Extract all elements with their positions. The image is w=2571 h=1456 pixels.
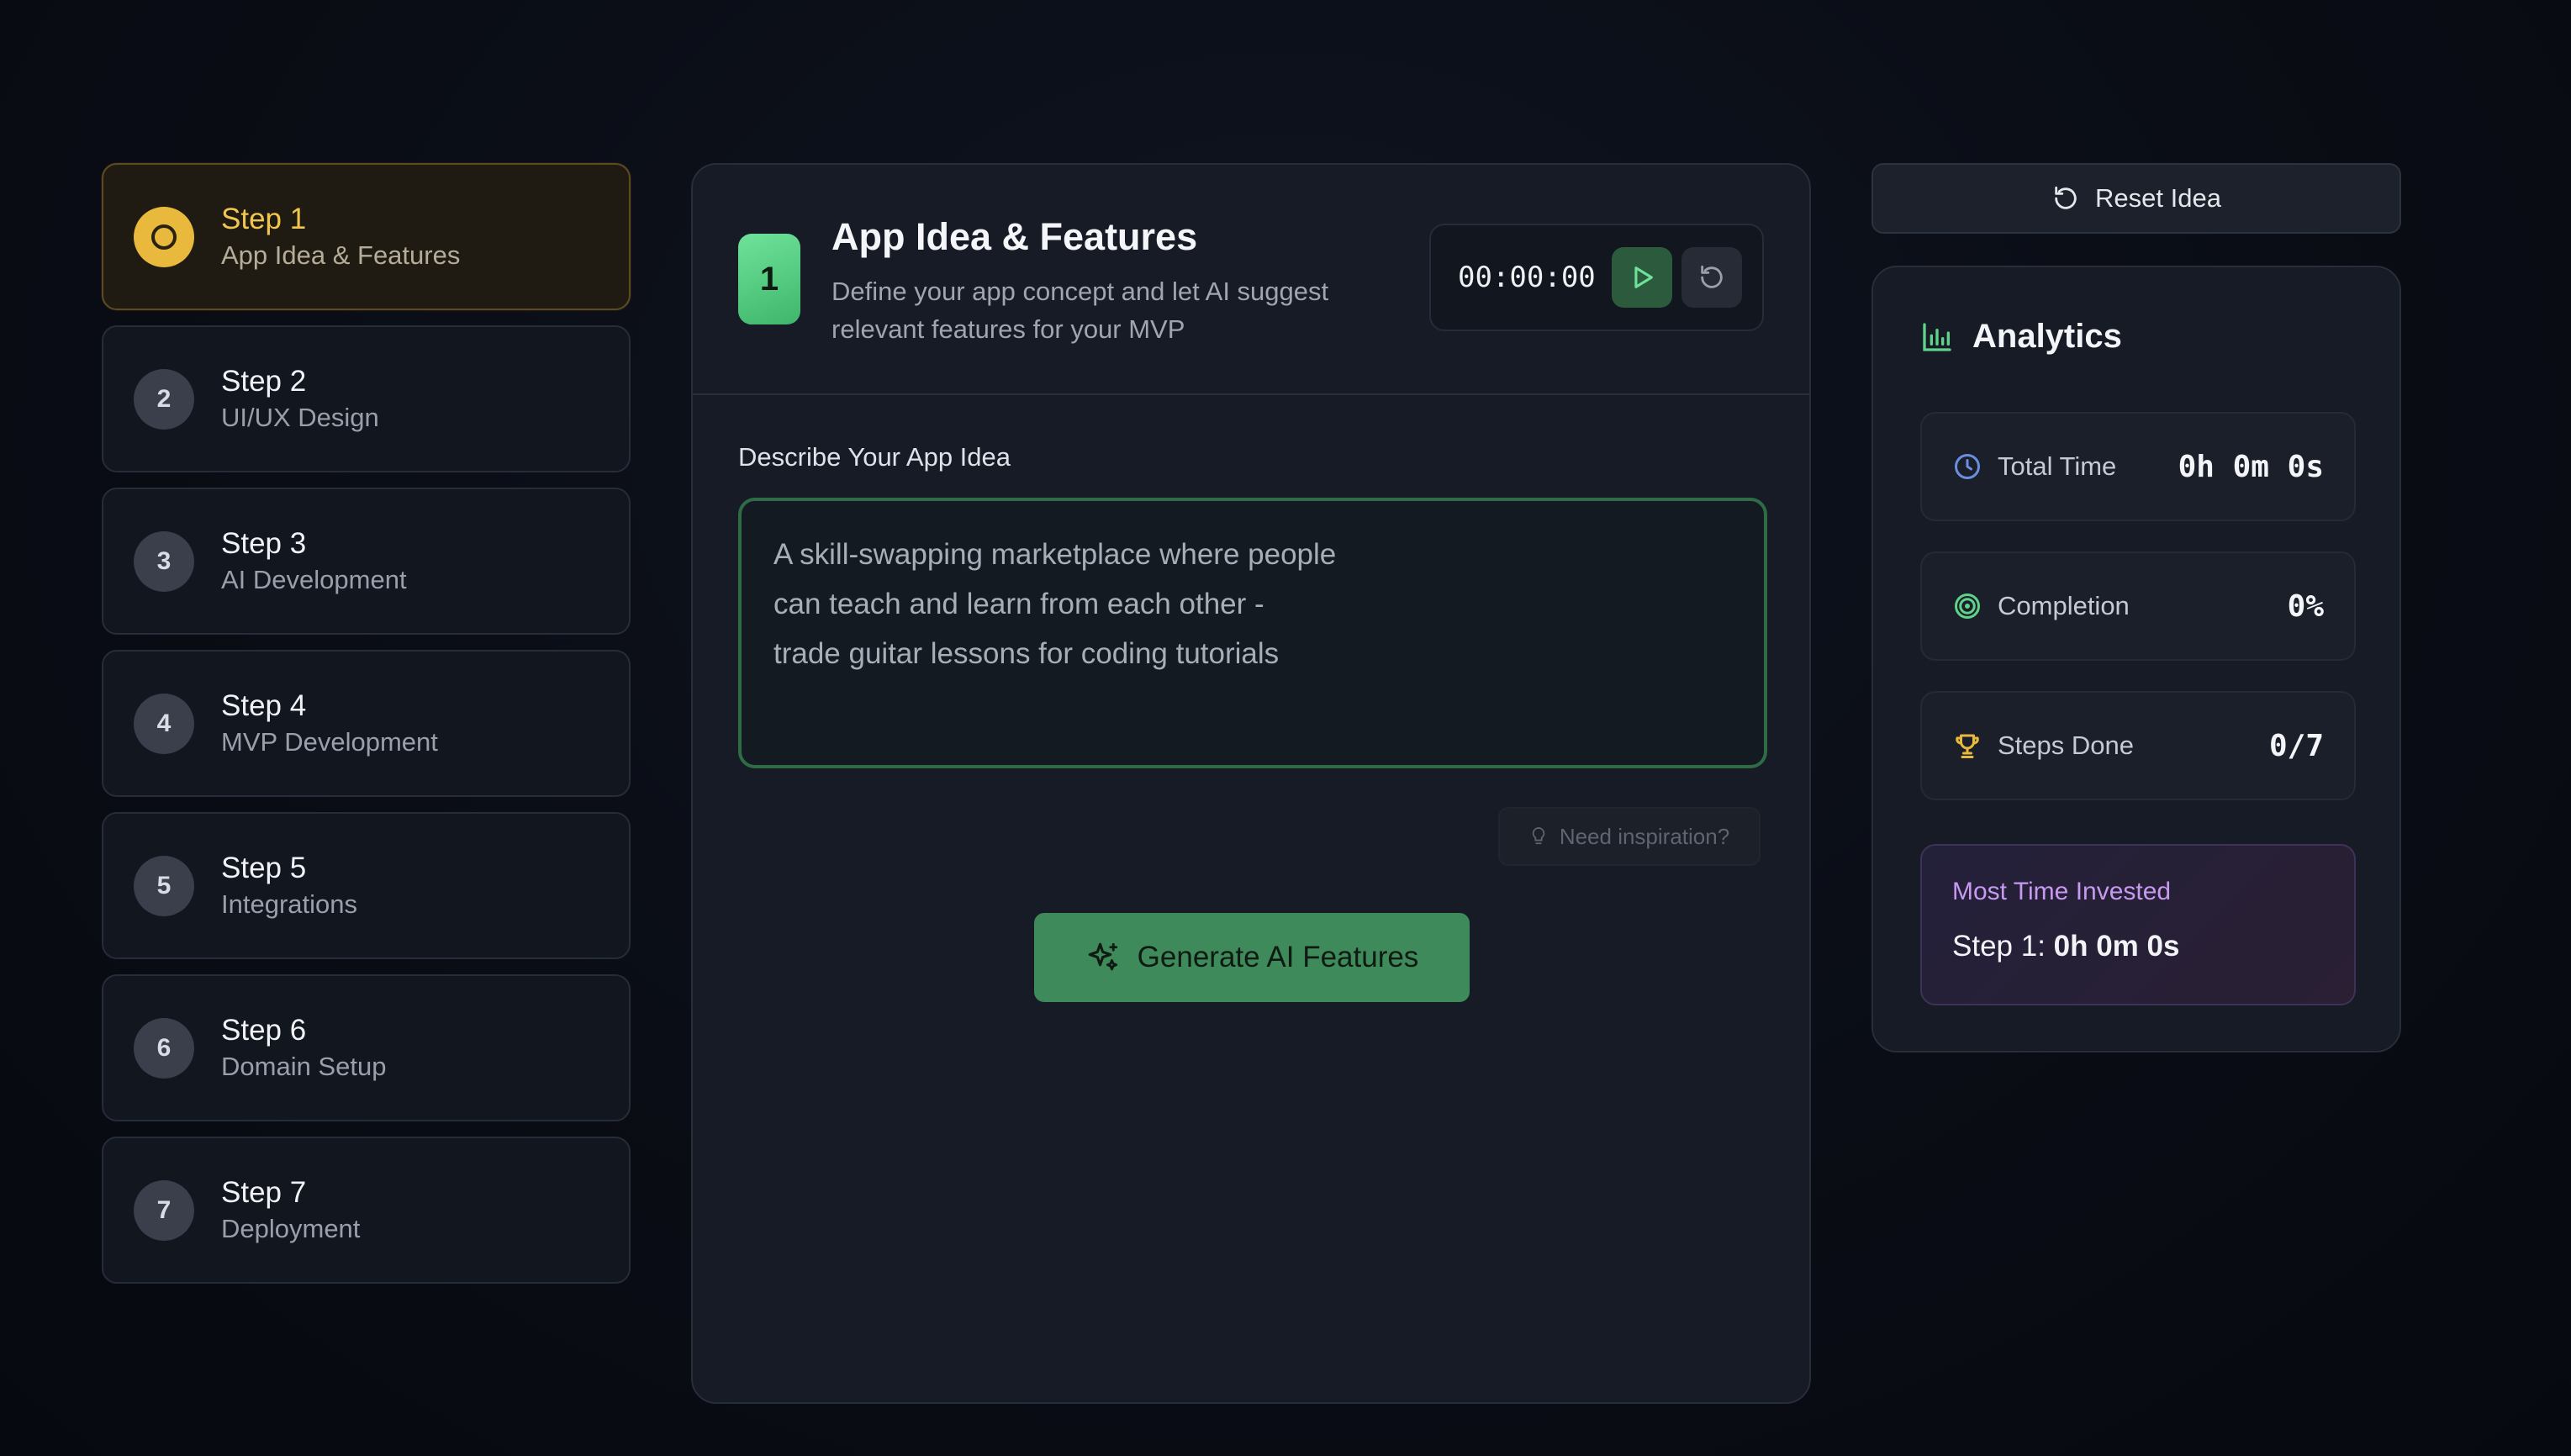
- timer-reset-button[interactable]: [1681, 247, 1742, 308]
- analytics-title: Analytics: [1972, 318, 2122, 355]
- timer-play-button[interactable]: [1612, 247, 1672, 308]
- stat-label: Steps Done: [1998, 731, 2134, 760]
- step-title: Step 7: [221, 1175, 307, 1209]
- most-time-value: 0h 0m 0s: [2053, 930, 2180, 963]
- step-title: Step 3: [221, 526, 307, 560]
- step-4-text: Step 4 MVP Development: [221, 688, 438, 760]
- rotate-ccw-icon: [2055, 186, 2077, 209]
- step-number: 7: [134, 1179, 194, 1241]
- rotate-ccw-icon: [1701, 265, 1723, 288]
- step-number: 5: [134, 855, 194, 916]
- step-subtitle: UI/UX Design: [221, 402, 379, 432]
- step-badge: 1: [738, 234, 800, 324]
- generate-label: Generate AI Features: [1137, 941, 1419, 973]
- step-7-text: Step 7 Deployment: [221, 1174, 360, 1247]
- step-item-3[interactable]: 3 Step 3 AI Development: [102, 488, 631, 635]
- most-time-heading: Most Time Invested: [1952, 878, 2172, 905]
- most-time-invested-card: Most Time Invested Step 1: 0h 0m 0s: [1920, 844, 2356, 1005]
- bar-chart-icon: [1923, 322, 1951, 351]
- main-panel: 1 App Idea & Features Define your app co…: [691, 163, 1811, 1404]
- clock-icon: [1955, 454, 1980, 479]
- step-item-1[interactable]: Step 1 App Idea & Features: [102, 163, 631, 310]
- analytics-heading: Analytics: [1920, 318, 2122, 356]
- most-time-step: Step 1:: [1952, 930, 2054, 963]
- trophy-icon: [1956, 734, 1979, 758]
- step-5-text: Step 5 Integrations: [221, 850, 357, 922]
- circle-icon: [151, 224, 177, 250]
- analytics-panel: Analytics Total Time 0h 0m 0s Completion…: [1871, 266, 2401, 1052]
- step-item-7[interactable]: 7 Step 7 Deployment: [102, 1137, 631, 1284]
- stat-total-time: Total Time 0h 0m 0s: [1920, 412, 2356, 521]
- idea-field-label: Describe Your App Idea: [738, 442, 1011, 472]
- step-item-2[interactable]: 2 Step 2 UI/UX Design: [102, 325, 631, 472]
- step-number: 2: [134, 368, 194, 430]
- step-6-text: Step 6 Domain Setup: [221, 1012, 386, 1084]
- step-subtitle: Integrations: [221, 889, 357, 919]
- step-subtitle: App Idea & Features: [221, 240, 461, 270]
- step-3-text: Step 3 AI Development: [221, 525, 407, 598]
- step-item-4[interactable]: 4 Step 4 MVP Development: [102, 650, 631, 797]
- step-title: Step 1: [221, 202, 307, 235]
- step-item-6[interactable]: 6 Step 6 Domain Setup: [102, 974, 631, 1121]
- most-time-summary: Step 1: 0h 0m 0s: [1952, 930, 2324, 963]
- step-title: Step 2: [221, 364, 307, 398]
- app-idea-textarea[interactable]: A skill-swapping marketplace where peopl…: [738, 498, 1767, 768]
- timer-display: 00:00:00: [1458, 261, 1596, 294]
- stat-label: Total Time: [1998, 451, 2117, 481]
- stat-value: 0/7: [2268, 728, 2324, 763]
- step-subtitle: AI Development: [221, 564, 407, 594]
- step-title: Step 4: [221, 688, 307, 722]
- page-title: App Idea & Features: [831, 215, 1198, 258]
- step-2-text: Step 2 UI/UX Design: [221, 363, 379, 435]
- stat-label: Completion: [1998, 591, 2130, 620]
- step-subtitle: MVP Development: [221, 726, 438, 757]
- stat-steps-done: Steps Done 0/7: [1920, 691, 2356, 800]
- step-1-active-indicator: [134, 206, 194, 267]
- stat-value: 0%: [2287, 588, 2324, 624]
- step-number: 6: [134, 1017, 194, 1079]
- step-number: 3: [134, 530, 194, 592]
- lightbulb-icon: [1532, 826, 1545, 845]
- need-inspiration-button[interactable]: Need inspiration?: [1498, 807, 1761, 866]
- timer-widget: 00:00:00: [1429, 224, 1764, 331]
- step-subtitle: Domain Setup: [221, 1051, 387, 1081]
- step-1-text: Step 1 App Idea & Features: [221, 201, 460, 273]
- need-inspiration-label: Need inspiration?: [1559, 823, 1730, 849]
- reset-idea-label: Reset Idea: [2095, 183, 2221, 213]
- generate-ai-features-button[interactable]: Generate AI Features: [1034, 913, 1470, 1002]
- stat-completion: Completion 0%: [1920, 551, 2356, 661]
- main-header: 1 App Idea & Features Define your app co…: [693, 165, 1809, 395]
- step-item-5[interactable]: 5 Step 5 Integrations: [102, 812, 631, 959]
- stat-value: 0h 0m 0s: [2178, 449, 2324, 484]
- reset-idea-button[interactable]: Reset Idea: [1871, 163, 2401, 234]
- target-icon: [1955, 593, 1980, 619]
- sparkles-icon: [1088, 942, 1117, 971]
- step-title: Step 5: [221, 851, 307, 884]
- step-title: Step 6: [221, 1013, 307, 1047]
- step-subtitle: Deployment: [221, 1213, 361, 1243]
- step-number: 4: [134, 693, 194, 754]
- page-subtitle: Define your app concept and let AI sugge…: [831, 277, 1329, 344]
- steps-sidebar: Step 1 App Idea & Features 2 Step 2 UI/U…: [102, 163, 631, 1299]
- play-icon: [1634, 266, 1653, 288]
